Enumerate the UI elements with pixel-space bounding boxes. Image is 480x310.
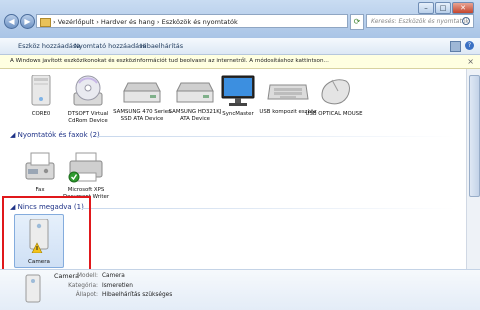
details-model-label: Modell: bbox=[77, 273, 98, 279]
breadcrumb-separator: › bbox=[156, 18, 160, 26]
device-label: DTSOFT Virtual CdRom Device bbox=[67, 111, 109, 124]
close-button[interactable]: ✕ bbox=[452, 2, 474, 14]
breadcrumb-hardware-sound[interactable]: Hardver és hang bbox=[101, 18, 155, 26]
search-placeholder: Keresés: Eszközök és nyomtatók bbox=[371, 18, 469, 25]
details-model-value: Camera bbox=[102, 273, 125, 279]
section-divider bbox=[82, 208, 456, 209]
device-item[interactable]: DTSOFT Virtual CdRom Device bbox=[58, 75, 118, 124]
collapse-icon[interactable]: ◢ bbox=[10, 131, 15, 139]
command-bar: Eszköz hozzáadása Nyomtató hozzáadása Hi… bbox=[0, 38, 480, 55]
address-field[interactable]: › Vezérlőpult › Hardver és hang › Eszköz… bbox=[36, 14, 348, 28]
troubleshoot-button[interactable]: Hibaelhárítás bbox=[140, 38, 183, 54]
camera-device-icon bbox=[25, 274, 41, 303]
breadcrumb-separator: › bbox=[96, 18, 99, 26]
window-controls: – □ ✕ bbox=[418, 2, 474, 14]
devices-and-printers-window: – □ ✕ ◀ ▶ › Vezérlőpult › Hardver és han… bbox=[0, 0, 480, 310]
details-category-value: Ismeretlen bbox=[102, 283, 133, 289]
view-options: ? bbox=[450, 41, 474, 52]
view-icon[interactable] bbox=[450, 41, 461, 52]
monitor-icon bbox=[221, 75, 255, 106]
device-label: USB OPTICAL MOUSE bbox=[305, 111, 363, 118]
device-item[interactable]: SAMSUNG 470 Series SSD ATA Device bbox=[112, 75, 172, 122]
scrollbar-thumb[interactable] bbox=[469, 75, 480, 197]
highlight-box bbox=[2, 196, 91, 279]
search-input[interactable]: Keresés: Eszközök és nyomtatók bbox=[366, 14, 474, 28]
printers-section-title: Nyomtatók és faxok (2) bbox=[17, 131, 100, 139]
printer-item[interactable]: Microsoft XPS Document Writer bbox=[56, 151, 116, 200]
help-icon[interactable]: ? bbox=[465, 41, 474, 50]
breadcrumb-control-panel[interactable]: Vezérlőpult bbox=[58, 18, 94, 26]
address-bar-area: – □ ✕ ◀ ▶ › Vezérlőpult › Hardver és han… bbox=[0, 0, 480, 38]
details-pane: Camera Modell: Camera Kategória: Ismeret… bbox=[0, 269, 480, 310]
maximize-button[interactable]: □ bbox=[435, 2, 451, 14]
computer-icon bbox=[31, 74, 51, 106]
mouse-icon bbox=[321, 79, 350, 105]
details-category-label: Kategória: bbox=[68, 283, 98, 289]
cdrom-icon bbox=[73, 75, 103, 106]
add-printer-button[interactable]: Nyomtató hozzáadása bbox=[74, 38, 147, 54]
printers-section-header[interactable]: ◢ Nyomtatók és faxok (2) bbox=[10, 131, 100, 139]
fax-icon bbox=[25, 152, 55, 180]
device-label: SAMSUNG 470 Series SSD ATA Device bbox=[113, 109, 171, 122]
forward-button[interactable]: ▶ bbox=[20, 14, 35, 29]
close-icon[interactable]: × bbox=[467, 55, 474, 68]
add-device-button[interactable]: Eszköz hozzáadása bbox=[18, 38, 80, 54]
section-divider bbox=[96, 136, 456, 137]
printer-icon bbox=[68, 152, 103, 183]
minimize-button[interactable]: – bbox=[418, 2, 434, 14]
vertical-scrollbar[interactable] bbox=[466, 69, 480, 269]
info-bar[interactable]: A Windows javított eszközikonokat és esz… bbox=[0, 55, 480, 69]
info-bar-message[interactable]: A Windows javított eszközikonokat és esz… bbox=[10, 55, 329, 68]
back-button[interactable]: ◀ bbox=[4, 14, 19, 29]
refresh-button[interactable]: ⟳ bbox=[350, 14, 364, 30]
device-item[interactable]: USB OPTICAL MOUSE bbox=[304, 75, 364, 118]
search-icon bbox=[462, 17, 470, 25]
drive-icon bbox=[123, 82, 161, 103]
details-status-value: Hibaelhárítás szükséges bbox=[102, 292, 173, 298]
control-panel-icon bbox=[40, 18, 51, 27]
details-status-label: Állapot: bbox=[75, 292, 98, 298]
breadcrumb-devices-printers[interactable]: Eszközök és nyomtatók bbox=[162, 18, 238, 26]
breadcrumb-separator: › bbox=[53, 18, 56, 26]
